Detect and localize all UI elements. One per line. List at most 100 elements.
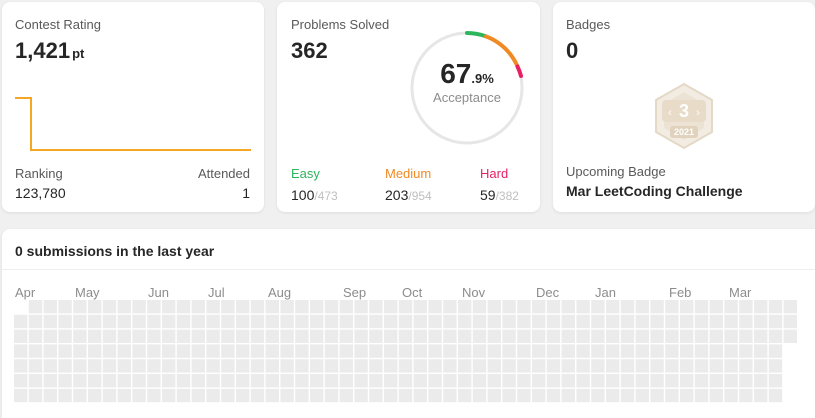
heatmap-cell[interactable] bbox=[206, 388, 220, 403]
heatmap-cell[interactable] bbox=[206, 314, 220, 329]
heatmap-cell[interactable] bbox=[458, 359, 472, 373]
heatmap-cell[interactable] bbox=[14, 329, 28, 343]
heatmap-cell[interactable] bbox=[768, 344, 783, 358]
heatmap-cell[interactable] bbox=[384, 388, 398, 403]
heatmap-cell[interactable] bbox=[221, 314, 235, 329]
heatmap-cell[interactable] bbox=[487, 344, 501, 358]
rating-history-chart[interactable] bbox=[15, 94, 255, 154]
heatmap-cell[interactable] bbox=[709, 344, 723, 358]
heatmap-cell[interactable] bbox=[250, 359, 265, 373]
heatmap-cell[interactable] bbox=[339, 329, 353, 343]
heatmap-cell[interactable] bbox=[783, 314, 797, 329]
heatmap-cell[interactable] bbox=[176, 329, 191, 343]
heatmap-cell[interactable] bbox=[88, 300, 102, 314]
heatmap-cell[interactable] bbox=[680, 300, 694, 314]
heatmap-cell[interactable] bbox=[14, 344, 28, 358]
heatmap-cell[interactable] bbox=[236, 374, 250, 388]
heatmap-cell[interactable] bbox=[606, 300, 620, 314]
heatmap-cell[interactable] bbox=[102, 359, 117, 373]
heatmap-cell[interactable] bbox=[650, 314, 664, 329]
heatmap-cell[interactable] bbox=[709, 329, 723, 343]
heatmap-cell[interactable] bbox=[443, 388, 457, 403]
heatmap-cell[interactable] bbox=[561, 300, 575, 314]
heatmap-cell[interactable] bbox=[724, 344, 738, 358]
heatmap-cell[interactable] bbox=[768, 329, 783, 343]
heatmap-cell[interactable] bbox=[768, 374, 783, 388]
heatmap-cell[interactable] bbox=[384, 329, 398, 343]
heatmap-cell[interactable] bbox=[117, 359, 131, 373]
heatmap-cell[interactable] bbox=[561, 344, 575, 358]
heatmap-cell[interactable] bbox=[324, 388, 339, 403]
heatmap-cell[interactable] bbox=[28, 344, 43, 358]
heatmap-cell[interactable] bbox=[28, 359, 43, 373]
heatmap-cell[interactable] bbox=[369, 374, 383, 388]
heatmap-cell[interactable] bbox=[665, 344, 679, 358]
heatmap-cell[interactable] bbox=[176, 300, 191, 314]
heatmap-cell[interactable] bbox=[709, 359, 723, 373]
heatmap-cell[interactable] bbox=[532, 300, 546, 314]
heatmap-cell[interactable] bbox=[102, 314, 117, 329]
heatmap-cell[interactable] bbox=[458, 329, 472, 343]
heatmap-cell[interactable] bbox=[413, 300, 427, 314]
heatmap-cell[interactable] bbox=[43, 314, 57, 329]
heatmap-cell[interactable] bbox=[591, 344, 605, 358]
heatmap-cell[interactable] bbox=[117, 329, 131, 343]
heatmap-cell[interactable] bbox=[739, 329, 753, 343]
heatmap-cell[interactable] bbox=[650, 359, 664, 373]
heatmap-cell[interactable] bbox=[162, 314, 176, 329]
heatmap-cell[interactable] bbox=[102, 344, 117, 358]
heatmap-cell[interactable] bbox=[354, 300, 368, 314]
heatmap-cell[interactable] bbox=[754, 374, 768, 388]
heatmap-cell[interactable] bbox=[14, 314, 28, 329]
heatmap-cell[interactable] bbox=[339, 300, 353, 314]
heatmap-cell[interactable] bbox=[576, 359, 590, 373]
heatmap-cell[interactable] bbox=[635, 359, 649, 373]
heatmap-cell[interactable] bbox=[162, 344, 176, 358]
heatmap-cell[interactable] bbox=[324, 314, 339, 329]
heatmap-cell[interactable] bbox=[739, 374, 753, 388]
heatmap-cell[interactable] bbox=[413, 329, 427, 343]
heatmap-cell[interactable] bbox=[428, 329, 442, 343]
heatmap-cell[interactable] bbox=[295, 388, 309, 403]
heatmap-cell[interactable] bbox=[310, 300, 324, 314]
heatmap-cell[interactable] bbox=[502, 388, 516, 403]
heatmap-cell[interactable] bbox=[398, 388, 413, 403]
heatmap-cell[interactable] bbox=[221, 374, 235, 388]
heatmap-cell[interactable] bbox=[43, 388, 57, 403]
heatmap-cell[interactable] bbox=[650, 329, 664, 343]
heatmap-cell[interactable] bbox=[369, 344, 383, 358]
heatmap-cell[interactable] bbox=[354, 344, 368, 358]
heatmap-cell[interactable] bbox=[724, 388, 738, 403]
heatmap-cell[interactable] bbox=[487, 314, 501, 329]
heatmap-cell[interactable] bbox=[58, 300, 72, 314]
heatmap-cell[interactable] bbox=[620, 374, 635, 388]
heatmap-cell[interactable] bbox=[606, 329, 620, 343]
heatmap-cell[interactable] bbox=[458, 374, 472, 388]
heatmap-cell[interactable] bbox=[191, 359, 205, 373]
heatmap-cell[interactable] bbox=[546, 314, 561, 329]
heatmap-cell[interactable] bbox=[606, 388, 620, 403]
heatmap-cell[interactable] bbox=[472, 314, 487, 329]
heatmap-cell[interactable] bbox=[458, 344, 472, 358]
heatmap-cell[interactable] bbox=[43, 300, 57, 314]
heatmap-cell[interactable] bbox=[413, 359, 427, 373]
heatmap-cell[interactable] bbox=[191, 388, 205, 403]
heatmap-cell[interactable] bbox=[561, 329, 575, 343]
heatmap-cell[interactable] bbox=[428, 344, 442, 358]
heatmap-cell[interactable] bbox=[739, 344, 753, 358]
heatmap-cell[interactable] bbox=[206, 374, 220, 388]
heatmap-cell[interactable] bbox=[132, 344, 146, 358]
heatmap-cell[interactable] bbox=[295, 300, 309, 314]
heatmap-cell[interactable] bbox=[14, 374, 28, 388]
heatmap-cell[interactable] bbox=[546, 300, 561, 314]
heatmap-cell[interactable] bbox=[132, 359, 146, 373]
heatmap-cell[interactable] bbox=[295, 314, 309, 329]
heatmap-cell[interactable] bbox=[162, 374, 176, 388]
heatmap-cell[interactable] bbox=[28, 300, 43, 314]
heatmap-cell[interactable] bbox=[384, 344, 398, 358]
heatmap-cell[interactable] bbox=[280, 329, 294, 343]
heatmap-cell[interactable] bbox=[680, 374, 694, 388]
heatmap-cell[interactable] bbox=[310, 314, 324, 329]
heatmap-cell[interactable] bbox=[369, 388, 383, 403]
heatmap-cell[interactable] bbox=[606, 344, 620, 358]
